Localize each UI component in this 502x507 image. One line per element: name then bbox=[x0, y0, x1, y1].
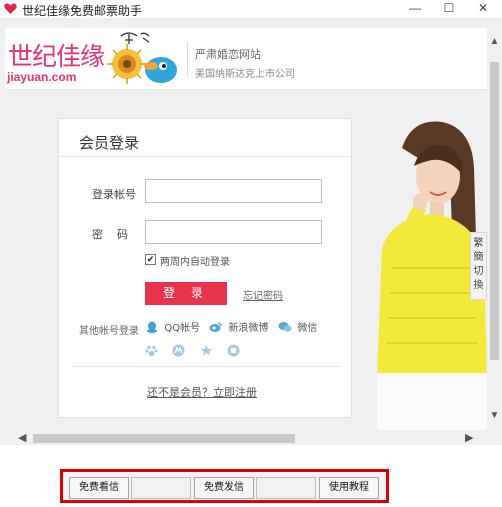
horizontal-scroll-thumb[interactable] bbox=[33, 434, 295, 443]
scrollbar-corner bbox=[487, 430, 502, 445]
scroll-up-icon[interactable]: ▲ bbox=[487, 36, 502, 47]
heart-icon bbox=[4, 3, 17, 14]
window-title: 世纪佳缘免费邮票助手 bbox=[22, 4, 143, 18]
divider bbox=[60, 156, 352, 157]
free-read-button[interactable]: 免费看信 bbox=[69, 477, 129, 499]
password-label: 密码 bbox=[92, 228, 142, 241]
horizontal-scrollbar[interactable]: ◀ ▶ bbox=[0, 430, 487, 445]
divider bbox=[71, 366, 341, 367]
maximize-button[interactable]: ☐ bbox=[432, 0, 466, 18]
wechat-icon bbox=[278, 321, 292, 332]
tutorial-button[interactable]: 使用教程 bbox=[319, 477, 379, 499]
other-login-label: 其他帐号登录 bbox=[79, 326, 139, 337]
toolbar-spacer bbox=[256, 477, 316, 499]
close-button[interactable]: ✕ bbox=[466, 0, 500, 18]
wechat-login-link[interactable]: 微信 bbox=[278, 319, 317, 335]
forgot-password-link[interactable]: 忘记密码 bbox=[243, 287, 283, 302]
badge-icon[interactable] bbox=[227, 344, 240, 357]
scroll-down-icon[interactable]: ▼ bbox=[487, 410, 502, 421]
vertical-scroll-thumb[interactable] bbox=[490, 62, 499, 360]
star-icon[interactable] bbox=[200, 344, 213, 357]
free-send-button[interactable]: 免费发信 bbox=[194, 477, 254, 499]
weibo-login-label[interactable]: 新浪微博 bbox=[228, 323, 268, 334]
qq-icon bbox=[147, 321, 157, 333]
people-icon[interactable] bbox=[172, 344, 185, 357]
title-bar: 世纪佳缘免费邮票助手 — ☐ ✕ bbox=[0, 0, 502, 18]
language-switch-tab[interactable]: 繁簡切換 bbox=[470, 232, 487, 300]
slogan-main: 严肃婚恋网站 bbox=[195, 48, 261, 61]
remember-label[interactable]: 两周内自动登录 bbox=[160, 253, 230, 268]
password-input[interactable] bbox=[145, 220, 322, 244]
site-header: 世纪佳缘 jiayuan.com 严肃婚恋网站 美国纳斯达克上市公司 bbox=[5, 28, 487, 90]
register-link[interactable]: 还不是会员？立即注册 bbox=[147, 384, 257, 400]
more-login-icons bbox=[145, 344, 240, 358]
wechat-login-label[interactable]: 微信 bbox=[297, 323, 317, 334]
weibo-icon bbox=[209, 322, 222, 332]
paw-icon[interactable] bbox=[145, 344, 158, 357]
bottom-area: 免费看信 免费发信 使用教程 bbox=[0, 445, 502, 507]
slogan-sub: 美国纳斯达克上市公司 bbox=[195, 69, 295, 80]
account-input[interactable] bbox=[145, 179, 322, 203]
logo-text[interactable]: 世纪佳缘 bbox=[8, 37, 105, 73]
login-title: 会员登录 bbox=[79, 134, 140, 152]
remember-checkbox[interactable]: ✔ bbox=[145, 254, 156, 265]
logo-domain[interactable]: jiayuan.com bbox=[7, 70, 76, 84]
qq-login-label[interactable]: QQ帐号 bbox=[164, 323, 200, 334]
qq-login-link[interactable]: QQ帐号 bbox=[145, 319, 200, 335]
scroll-right-icon[interactable]: ▶ bbox=[465, 431, 473, 444]
vertical-scrollbar[interactable]: ▲ ▼ bbox=[487, 18, 502, 430]
mascot-logo-icon bbox=[107, 32, 177, 84]
account-label: 登录帐号 bbox=[92, 188, 136, 201]
web-viewport: 世纪佳缘 jiayuan.com 严肃婚恋网站 美国纳斯达克上市公司 会员登录 bbox=[0, 18, 487, 430]
minimize-button[interactable]: — bbox=[398, 0, 432, 18]
toolbar-spacer bbox=[131, 477, 191, 499]
login-panel: 会员登录 登录帐号 密码 ✔ 两周内自动登录 登 录 忘记密码 其他帐号登录 Q… bbox=[58, 118, 352, 418]
header-divider bbox=[187, 42, 188, 76]
action-toolbar: 免费看信 免费发信 使用教程 bbox=[60, 469, 389, 503]
scroll-left-icon[interactable]: ◀ bbox=[18, 431, 26, 444]
weibo-login-link[interactable]: 新浪微博 bbox=[209, 319, 268, 335]
login-button[interactable]: 登 录 bbox=[145, 282, 227, 305]
